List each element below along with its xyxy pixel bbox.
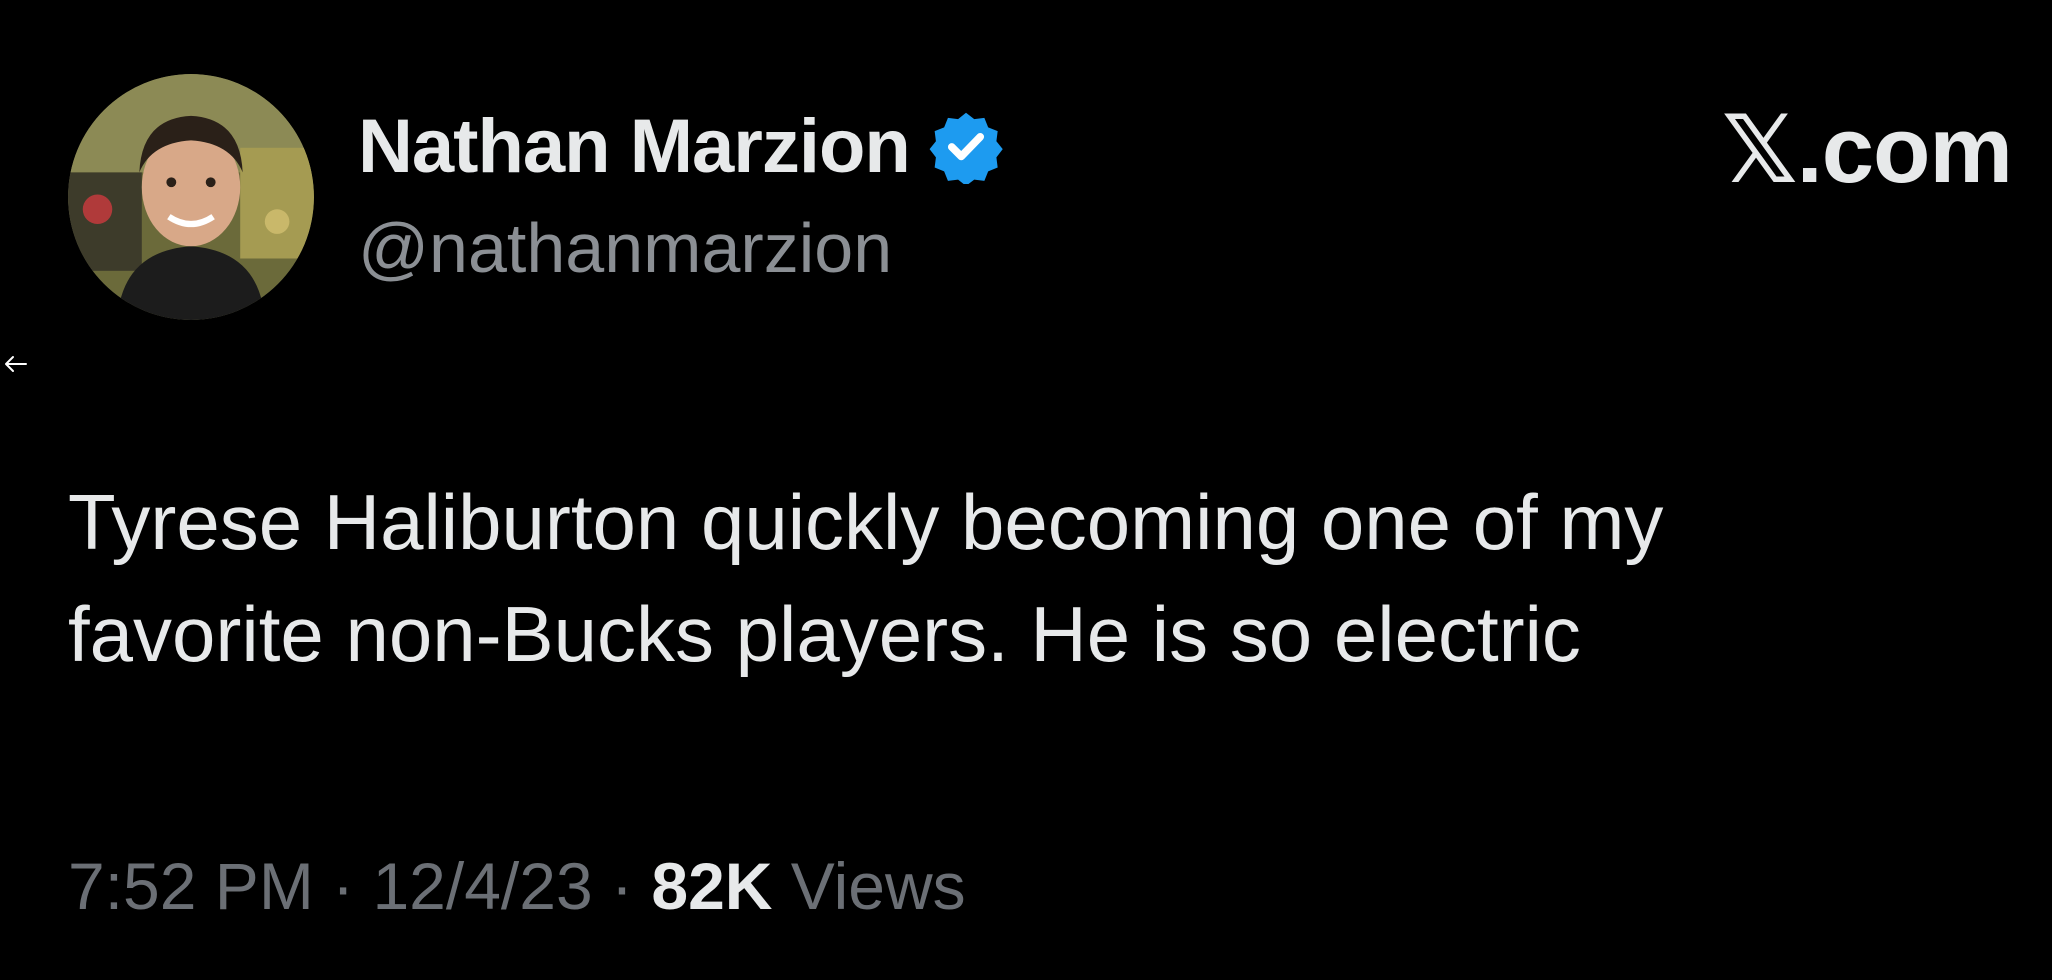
tweet-text-line: Tyrese Haliburton quickly becoming one o… bbox=[68, 478, 1664, 566]
profile-photo bbox=[68, 74, 314, 320]
verified-badge-icon bbox=[929, 112, 1003, 184]
tweet-date[interactable]: 12/4/23 bbox=[372, 849, 592, 923]
meta-separator: · bbox=[332, 849, 355, 923]
views-count: 82K bbox=[651, 849, 773, 923]
tweet-text: Tyrese Haliburton quickly becoming one o… bbox=[68, 466, 2028, 690]
tweet-text-line: favorite non-Bucks players. He is so ele… bbox=[68, 590, 1581, 678]
avatar[interactable] bbox=[68, 74, 314, 320]
tweet-meta: 7:52 PM · 12/4/23 · 82K Views bbox=[68, 848, 966, 924]
tweet-card: Nathan Marzion @nathanmarzion 𝕏.com Tyre… bbox=[0, 0, 2052, 980]
author-handle[interactable]: @nathanmarzion bbox=[358, 208, 892, 288]
author-name-row: Nathan Marzion bbox=[358, 100, 1004, 192]
views-label: Views bbox=[790, 849, 966, 923]
brand-logo: 𝕏.com bbox=[1721, 97, 2013, 202]
back-arrow-icon[interactable] bbox=[2, 352, 28, 376]
meta-separator: · bbox=[611, 849, 634, 923]
tweet-time[interactable]: 7:52 PM bbox=[68, 849, 314, 923]
author-display-name[interactable]: Nathan Marzion bbox=[358, 103, 911, 190]
